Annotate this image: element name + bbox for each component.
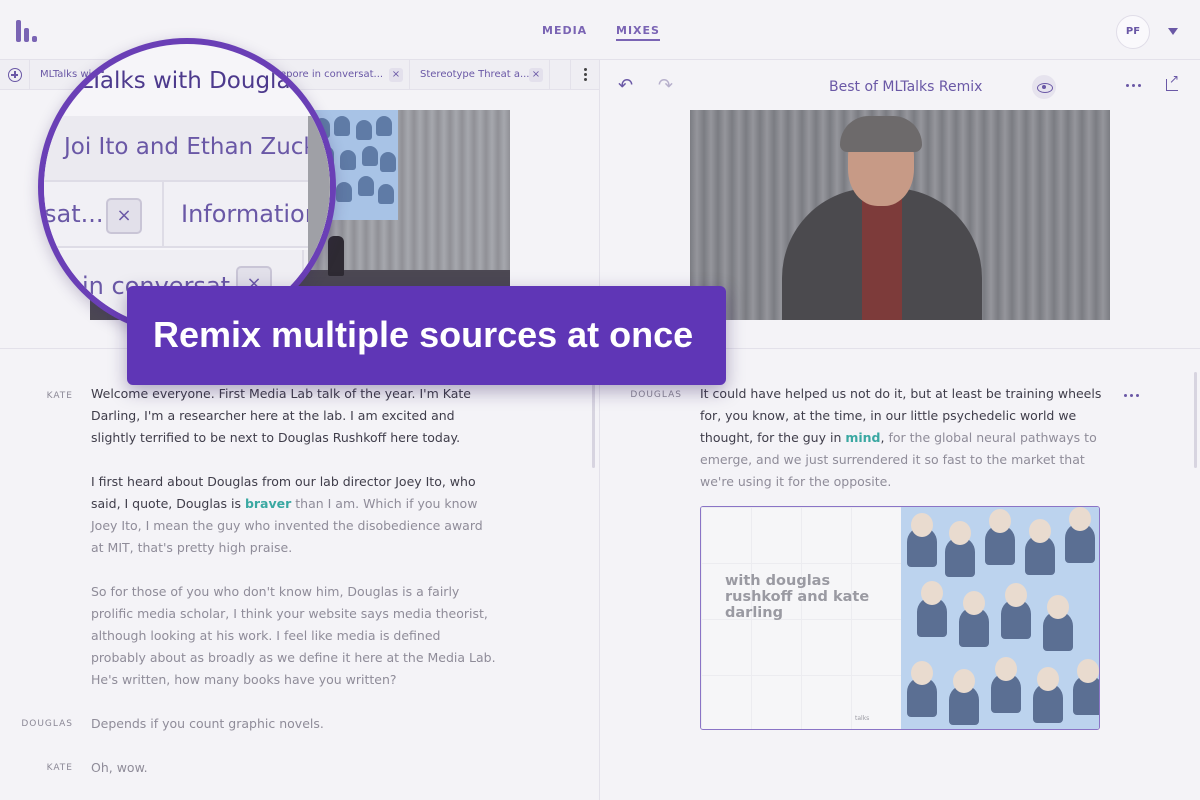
speaker-label: DOUGLAS [21, 719, 73, 729]
plus-circle-icon [8, 68, 22, 82]
logo-bar [16, 20, 21, 42]
avatar[interactable]: PF [1116, 15, 1150, 49]
highlighted-word[interactable]: mind [845, 430, 880, 445]
logo-bar [24, 28, 29, 42]
transcript-paragraph[interactable]: Oh, wow. [91, 757, 496, 779]
thumbnail-brand: talks [855, 715, 870, 722]
thumbnail-title: with douglas rushkoff and kate darling [725, 573, 870, 621]
divider [599, 60, 600, 800]
speaker-label: KATE [46, 391, 73, 401]
tab-source-3[interactable]: Stereotype Threat a... × [410, 60, 550, 90]
transcript-paragraph[interactable]: I first heard about Douglas from our lab… [91, 471, 496, 559]
add-tab-button[interactable] [0, 60, 30, 90]
speaker-shirt [862, 192, 902, 320]
speaker-figure [328, 236, 344, 276]
tab-label: Stereotype Threat a... [420, 69, 530, 80]
transcript-paragraph[interactable]: So for those of you who don't know him, … [91, 581, 496, 691]
scrollbar[interactable] [1194, 372, 1197, 468]
promo-banner: Remix multiple sources at once [127, 286, 726, 385]
close-icon[interactable]: × [529, 68, 543, 82]
nav-media[interactable]: MEDIA [542, 24, 587, 37]
mix-title[interactable]: Best of MLTalks Remix [829, 79, 982, 95]
share-icon[interactable] [1166, 72, 1179, 91]
transcript-paragraph[interactable]: It could have helped us not do it, but a… [700, 383, 1105, 493]
transcript-text: Depends if you count graphic novels. [91, 716, 324, 731]
speaker-label: KATE [46, 763, 73, 773]
banner-text: Remix multiple sources at once [153, 314, 694, 355]
speaker-hair [840, 116, 922, 152]
media-thumbnail[interactable]: with douglas rushkoff and kate darling t… [700, 506, 1100, 730]
transcript-paragraph[interactable]: Depends if you count graphic novels. [91, 713, 496, 735]
nav-mixes[interactable]: MIXES [616, 24, 660, 41]
chevron-down-icon[interactable] [1168, 28, 1178, 35]
crowd-illustration [901, 507, 1099, 729]
eye-icon[interactable] [1032, 75, 1056, 99]
speaker-label: DOUGLAS [630, 390, 682, 400]
scrollbar[interactable] [592, 372, 595, 468]
mix-toolbar: ↶ ↷ Best of MLTalks Remix [600, 60, 1200, 110]
magnified-tab-title: LTalks with Douglas [80, 68, 303, 94]
close-icon[interactable]: × [389, 68, 403, 82]
logo-bar [32, 36, 37, 42]
transcript-paragraph[interactable]: Welcome everyone. First Media Lab talk o… [91, 383, 496, 449]
more-options-icon[interactable] [1124, 394, 1140, 398]
more-options-icon[interactable] [1126, 84, 1142, 88]
mix-video-player[interactable] [690, 110, 1110, 320]
divider [162, 182, 164, 248]
highlighted-word[interactable]: braver [245, 496, 291, 511]
undo-icon[interactable]: ↶ [618, 77, 633, 95]
magnified-subtitle: Joi Ito and Ethan Zucker [64, 134, 336, 160]
app-logo-icon[interactable] [16, 20, 40, 42]
close-icon: × [106, 198, 142, 234]
transcript-text: Welcome everyone. First Media Lab talk o… [91, 386, 471, 445]
magnified-tab-label: sat... [44, 200, 104, 228]
transcript-text: Oh, wow. [91, 760, 148, 775]
more-options-icon[interactable] [570, 60, 600, 90]
transcript-text: So for those of you who don't know him, … [91, 584, 496, 687]
redo-icon[interactable]: ↷ [658, 77, 673, 95]
